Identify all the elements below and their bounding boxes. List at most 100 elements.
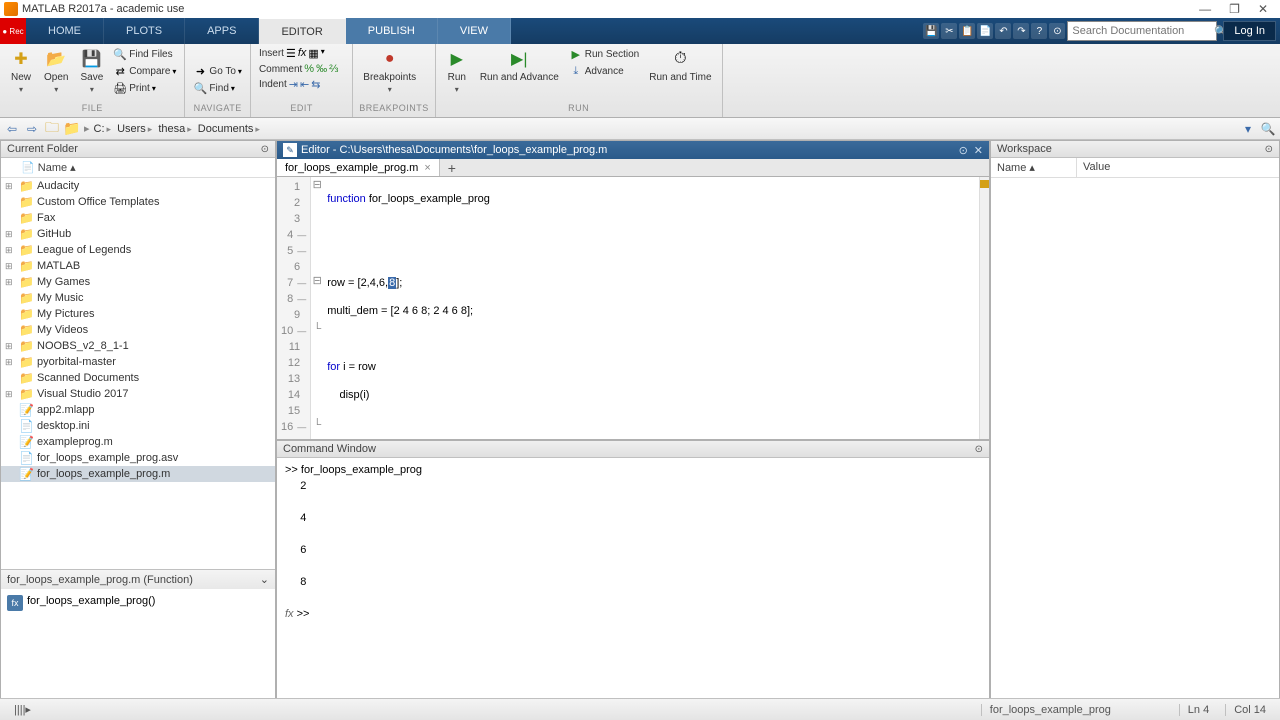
minimize-button[interactable]: — — [1199, 2, 1211, 16]
code-editor[interactable]: 1 2 3 4 —5 — 6 7 — 8 —9 10 —11 12 13 14 … — [277, 177, 989, 439]
advance-button[interactable]: ⤓Advance — [567, 63, 641, 79]
workspace-body[interactable] — [991, 178, 1279, 699]
panel-menu-icon[interactable]: ⊙ — [261, 144, 269, 155]
ribbon-group-file: ✚New▾ 📂Open▾ 💾Save▾ 🔍Find Files ⇄Compare… — [0, 44, 185, 117]
tab-editor[interactable]: EDITOR — [259, 18, 345, 44]
list-item[interactable]: ⊞📁Visual Studio 2017 — [1, 386, 275, 402]
list-item[interactable]: ⊞📁pyorbital-master — [1, 354, 275, 370]
goto-button[interactable]: ➜Go To▾ — [191, 63, 244, 79]
command-window[interactable]: >> for_loops_example_prog 2 4 6 8fx >> — [277, 458, 989, 699]
tab-apps[interactable]: APPS — [185, 18, 259, 44]
tab-plots[interactable]: PLOTS — [104, 18, 185, 44]
tab-home[interactable]: HOME — [26, 18, 104, 44]
workspace-value-column[interactable]: Value — [1077, 158, 1116, 177]
runsection-button[interactable]: ▶Run Section — [567, 46, 641, 62]
window-title: MATLAB R2017a - academic use — [22, 3, 1199, 15]
breadcrumb[interactable]: C: — [94, 123, 114, 135]
breakpoints-button[interactable]: ●Breakpoints▾ — [359, 46, 420, 96]
save-button[interactable]: 💾Save▾ — [76, 46, 107, 96]
tab-add-button[interactable]: + — [440, 159, 464, 176]
pathbar: ⇦ ⇨ 🗀 📁 ▸ C: Users thesa Documents ▾ 🔍 — [0, 118, 1280, 140]
editor-icon: ✎ — [283, 143, 297, 157]
editor-title: Editor - C:\Users\thesa\Documents\for_lo… — [301, 144, 953, 156]
print-button[interactable]: 🖨Print▾ — [111, 80, 178, 96]
list-item[interactable]: 📁My Videos — [1, 322, 275, 338]
editor-tab[interactable]: for_loops_example_prog.m × — [277, 159, 440, 176]
list-item[interactable]: ⊞📁MATLAB — [1, 258, 275, 274]
list-item[interactable]: 📁Scanned Documents — [1, 370, 275, 386]
workspace-name-column[interactable]: Name ▴ — [991, 158, 1077, 177]
list-item[interactable]: ⊞📁My Games — [1, 274, 275, 290]
list-item[interactable]: 📄for_loops_example_prog.asv — [1, 450, 275, 466]
list-item[interactable]: ⊞📁NOOBS_v2_8_1-1 — [1, 338, 275, 354]
detail-function: for_loops_example_prog() — [27, 595, 155, 607]
new-button[interactable]: ✚New▾ — [6, 46, 36, 96]
list-item[interactable]: ⊞📁GitHub — [1, 226, 275, 242]
workspace-menu-icon[interactable]: ⊙ — [1265, 144, 1273, 155]
breadcrumb[interactable]: Users — [117, 123, 154, 135]
maximize-button[interactable]: ❐ — [1229, 2, 1240, 16]
editor-menu-icon[interactable]: ⊙ — [959, 144, 968, 157]
status-col: Col 14 — [1225, 704, 1274, 716]
forward-button[interactable]: ⇨ — [24, 121, 40, 137]
list-item[interactable]: 📝app2.mlapp — [1, 402, 275, 418]
close-button[interactable]: ✕ — [1258, 2, 1268, 16]
back-button[interactable]: ⇦ — [4, 121, 20, 137]
file-list[interactable]: ⊞📁Audacity📁Custom Office Templates📁Fax⊞📁… — [1, 178, 275, 569]
code-minimap[interactable] — [979, 177, 989, 439]
search-documentation[interactable]: 🔍 — [1067, 21, 1217, 41]
line-gutter: 1 2 3 4 —5 — 6 7 — 8 —9 10 —11 12 13 14 … — [277, 177, 311, 439]
fold-column[interactable]: ⊟ ⊟└ └ — [311, 177, 323, 439]
ribbon-group-edit: Insert☰fx▦▾ Comment%‰⅔ Indent⇥⇤⇆ EDIT — [251, 44, 353, 117]
list-item[interactable]: 📁Fax — [1, 210, 275, 226]
list-item[interactable]: 📝for_loops_example_prog.m — [1, 466, 275, 482]
toolbar-copy-icon[interactable]: 📋 — [959, 23, 975, 39]
insert-button[interactable]: Insert☰fx▦▾ — [257, 46, 346, 61]
editor-close-icon[interactable]: ✕ — [974, 144, 983, 157]
comment-button[interactable]: Comment%‰⅔ — [257, 62, 346, 76]
breadcrumb[interactable]: thesa — [158, 123, 193, 135]
tab-close-icon[interactable]: × — [424, 162, 430, 174]
list-item[interactable]: ⊞📁League of Legends — [1, 242, 275, 258]
breadcrumb[interactable]: Documents — [198, 123, 262, 135]
toolbar-cut-icon[interactable]: ✂ — [941, 23, 957, 39]
matlab-icon — [4, 2, 18, 16]
toolbar-more-icon[interactable]: ⊙ — [1049, 23, 1065, 39]
list-item[interactable]: 📄desktop.ini — [1, 418, 275, 434]
search-input[interactable] — [1072, 25, 1214, 37]
compare-button[interactable]: ⇄Compare▾ — [111, 63, 178, 79]
toolbar-paste-icon[interactable]: 📄 — [977, 23, 993, 39]
folder-up-icon[interactable]: 🗀 — [44, 121, 60, 137]
open-button[interactable]: 📂Open▾ — [40, 46, 72, 96]
tab-view[interactable]: VIEW — [438, 18, 511, 44]
toolbar-help-icon[interactable]: ? — [1031, 23, 1047, 39]
current-folder-panel: Current Folder ⊙ 📄 Name ▴ ⊞📁Audacity📁Cus… — [0, 140, 276, 700]
toolbar-redo-icon[interactable]: ↷ — [1013, 23, 1029, 39]
path-dropdown-icon[interactable]: ▾ — [1240, 121, 1256, 137]
runtime-button[interactable]: ⏱Run and Time — [645, 46, 715, 85]
titlebar: MATLAB R2017a - academic use — ❐ ✕ — [0, 0, 1280, 18]
name-column-header[interactable]: 📄 Name ▴ — [1, 158, 275, 178]
list-item[interactable]: 📝exampleprog.m — [1, 434, 275, 450]
top-tabstrip: ● Rec HOME PLOTS APPS EDITOR PUBLISH VIE… — [0, 18, 1280, 44]
find-button[interactable]: 🔍Find▾ — [191, 80, 244, 96]
list-item[interactable]: 📁My Pictures — [1, 306, 275, 322]
browse-folder-icon[interactable]: 📁 — [64, 121, 80, 137]
function-icon: fx — [7, 595, 23, 611]
list-item[interactable]: 📁Custom Office Templates — [1, 194, 275, 210]
code-content[interactable]: function for_loops_example_prog row = [2… — [323, 177, 979, 439]
list-item[interactable]: 📁My Music — [1, 290, 275, 306]
login-button[interactable]: Log In — [1223, 21, 1276, 41]
tab-publish[interactable]: PUBLISH — [346, 18, 438, 44]
status-script: for_loops_example_prog — [981, 704, 1171, 716]
path-search-icon[interactable]: 🔍 — [1260, 121, 1276, 137]
toolbar-save-icon[interactable]: 💾 — [923, 23, 939, 39]
indent-button[interactable]: Indent⇥⇤⇆ — [257, 77, 346, 92]
detail-dropdown-icon[interactable]: ⌄ — [260, 573, 269, 586]
run-advance-button[interactable]: ▶|Run and Advance — [476, 46, 563, 85]
toolbar-undo-icon[interactable]: ↶ — [995, 23, 1011, 39]
run-button[interactable]: ▶Run▾ — [442, 46, 472, 96]
cmd-menu-icon[interactable]: ⊙ — [975, 444, 983, 455]
findfiles-button[interactable]: 🔍Find Files — [111, 46, 178, 62]
list-item[interactable]: ⊞📁Audacity — [1, 178, 275, 194]
